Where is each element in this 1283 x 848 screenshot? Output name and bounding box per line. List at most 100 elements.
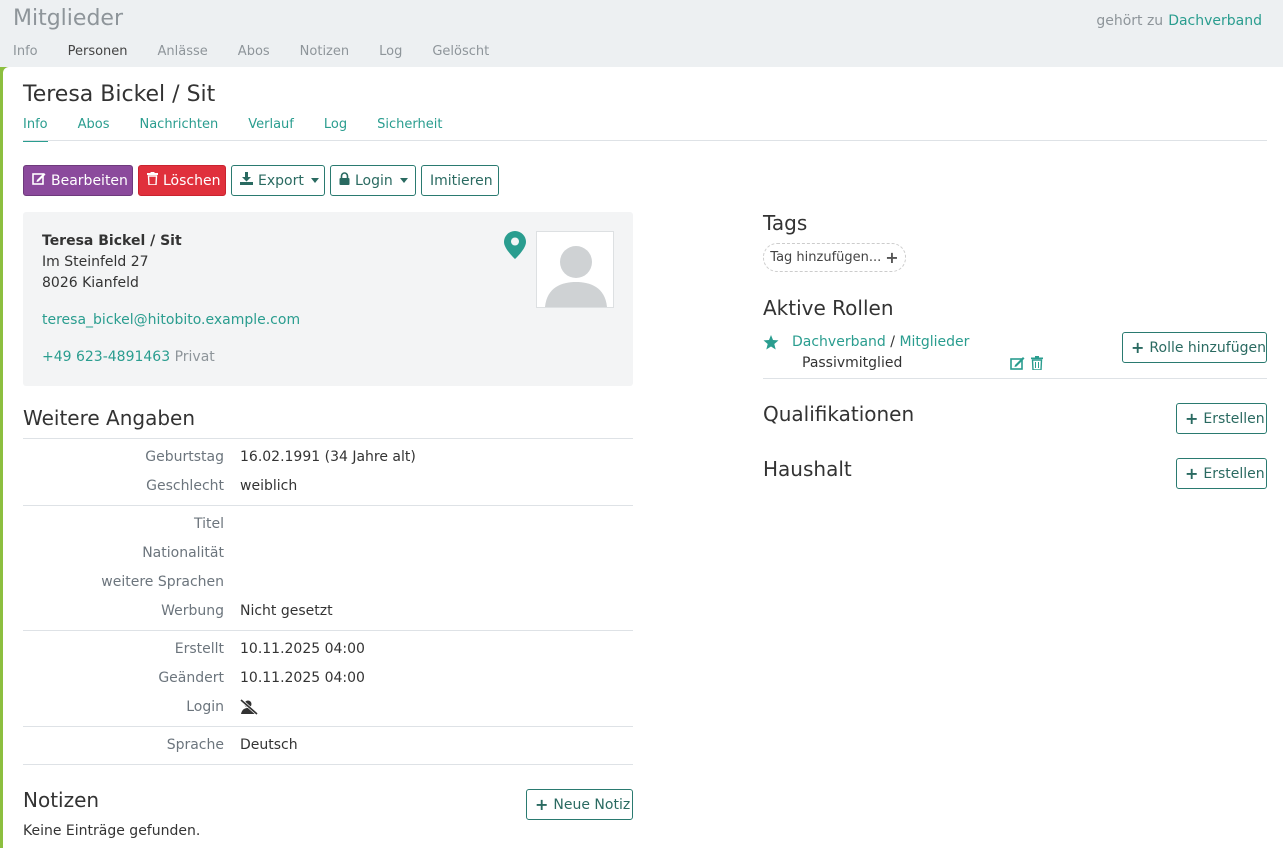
tab-nachrichten[interactable]: Nachrichten — [139, 117, 218, 142]
role-path-separator: / — [890, 334, 895, 350]
title-label: Titel — [193, 516, 224, 532]
updated-value: 10.11.2025 04:00 — [240, 670, 365, 686]
role-subgroup-link[interactable]: Mitglieder — [899, 334, 969, 350]
updated-label: Geändert — [158, 670, 224, 686]
star-icon — [763, 335, 779, 354]
notes-empty-text: Keine Einträge gefunden. — [23, 823, 201, 839]
login-button-label: Login — [355, 172, 393, 189]
chevron-down-icon — [310, 178, 319, 183]
create-qualification-button[interactable]: + Erstellen — [1176, 403, 1267, 434]
top-bar: Mitglieder gehört zu Dachverband Info Per… — [0, 0, 1283, 67]
group-tab-geloescht[interactable]: Gelöscht — [432, 44, 489, 59]
trash-icon — [147, 172, 158, 189]
nationality-label: Nationalität — [142, 545, 224, 561]
tab-verlauf[interactable]: Verlauf — [248, 117, 294, 142]
details-heading: Weitere Angaben — [23, 406, 196, 430]
role-group-link[interactable]: Dachverband — [792, 334, 886, 350]
create-household-label: Erstellen — [1203, 465, 1265, 482]
roles-heading: Aktive Rollen — [763, 296, 894, 320]
tab-sicherheit[interactable]: Sicherheit — [377, 117, 442, 142]
ads-value: Nicht gesetzt — [240, 603, 333, 619]
plus-icon: + — [885, 248, 899, 267]
group-tab-personen[interactable]: Personen — [68, 44, 128, 59]
belongs-to: gehört zu Dachverband — [1096, 13, 1262, 29]
tab-divider — [23, 140, 1267, 141]
role-group-path: Dachverband / Mitglieder — [792, 334, 969, 350]
tab-info[interactable]: Info — [23, 117, 48, 142]
birthday-value: 16.02.1991 (34 Jahre alt) — [240, 449, 416, 465]
plus-icon: + — [1185, 409, 1199, 428]
gender-label: Geschlecht — [146, 478, 224, 494]
create-household-button[interactable]: + Erstellen — [1176, 458, 1267, 489]
login-dropdown-button[interactable]: Login — [330, 165, 416, 196]
tab-log[interactable]: Log — [324, 117, 347, 142]
group-tab-log[interactable]: Log — [379, 44, 402, 59]
ads-label: Werbung — [161, 603, 224, 619]
contact-city: 8026 Kianfeld — [42, 275, 139, 291]
divider — [23, 438, 633, 439]
tags-heading: Tags — [763, 211, 808, 235]
new-note-label: Neue Notiz — [553, 796, 631, 813]
group-tab-info[interactable]: Info — [13, 44, 38, 59]
language-label: Sprache — [166, 737, 224, 753]
lock-icon — [339, 172, 350, 189]
chevron-down-icon — [399, 178, 408, 183]
gender-value: weiblich — [240, 478, 298, 494]
divider — [23, 764, 633, 765]
edit-button[interactable]: Bearbeiten — [23, 165, 133, 196]
edit-icon — [32, 172, 46, 189]
group-title: Mitglieder — [13, 6, 123, 31]
add-tag-label: Tag hinzufügen... — [770, 250, 882, 265]
new-note-button[interactable]: + Neue Notiz — [526, 789, 633, 820]
role-name: Passivmitglied — [802, 355, 903, 371]
edit-role-icon[interactable] — [1010, 356, 1026, 374]
created-label: Erstellt — [174, 641, 224, 657]
divider — [23, 630, 633, 631]
create-qualification-label: Erstellen — [1203, 410, 1265, 427]
export-button-label: Export — [258, 172, 304, 189]
delete-role-icon[interactable] — [1031, 356, 1043, 374]
download-icon — [240, 172, 253, 189]
plus-icon: + — [535, 795, 549, 814]
add-role-button[interactable]: + Rolle hinzufügen — [1122, 332, 1267, 363]
divider — [23, 726, 633, 727]
language-value: Deutsch — [240, 737, 298, 753]
contact-name: Teresa Bickel / Sit — [42, 233, 182, 249]
contact-email-link[interactable]: teresa_bickel@hitobito.example.com — [42, 312, 300, 328]
contact-street: Im Steinfeld 27 — [42, 254, 149, 270]
household-heading: Haushalt — [763, 457, 852, 481]
group-tab-notizen[interactable]: Notizen — [300, 44, 349, 59]
add-tag-button[interactable]: Tag hinzufügen... + — [763, 243, 906, 272]
delete-button[interactable]: Löschen — [138, 165, 226, 196]
person-nav: Info Abos Nachrichten Verlauf Log Sicher… — [23, 117, 472, 142]
plus-icon: + — [1185, 464, 1199, 483]
contact-card: Teresa Bickel / Sit Im Steinfeld 27 8026… — [23, 212, 633, 386]
divider — [23, 505, 633, 506]
group-tab-anlaesse[interactable]: Anlässe — [158, 44, 208, 59]
impersonate-button-label: Imitieren — [430, 172, 493, 189]
login-disabled-icon — [240, 698, 258, 719]
export-dropdown-button[interactable]: Export — [231, 165, 325, 196]
avatar — [536, 231, 614, 308]
page-title: Teresa Bickel / Sit — [23, 82, 216, 107]
delete-button-label: Löschen — [163, 172, 221, 189]
edit-button-label: Bearbeiten — [51, 172, 128, 189]
add-role-label: Rolle hinzufügen — [1149, 339, 1266, 356]
languages-label: weitere Sprachen — [101, 574, 224, 590]
divider — [763, 378, 1267, 379]
qualifications-heading: Qualifikationen — [763, 402, 915, 426]
plus-icon: + — [1131, 338, 1145, 357]
impersonate-button[interactable]: Imitieren — [421, 165, 499, 196]
map-marker-icon[interactable] — [504, 231, 526, 263]
contact-phone-link[interactable]: +49 623-4891463 — [42, 349, 170, 365]
created-value: 10.11.2025 04:00 — [240, 641, 365, 657]
login-label: Login — [186, 699, 224, 715]
belongs-label: gehört zu — [1096, 13, 1164, 29]
phone-type-label: Privat — [174, 349, 215, 365]
birthday-label: Geburtstag — [145, 449, 224, 465]
belongs-link[interactable]: Dachverband — [1168, 13, 1262, 29]
group-nav: Info Personen Anlässe Abos Notizen Log G… — [13, 44, 519, 59]
group-tab-abos[interactable]: Abos — [238, 44, 270, 59]
notes-heading: Notizen — [23, 788, 100, 812]
tab-abos[interactable]: Abos — [78, 117, 110, 142]
